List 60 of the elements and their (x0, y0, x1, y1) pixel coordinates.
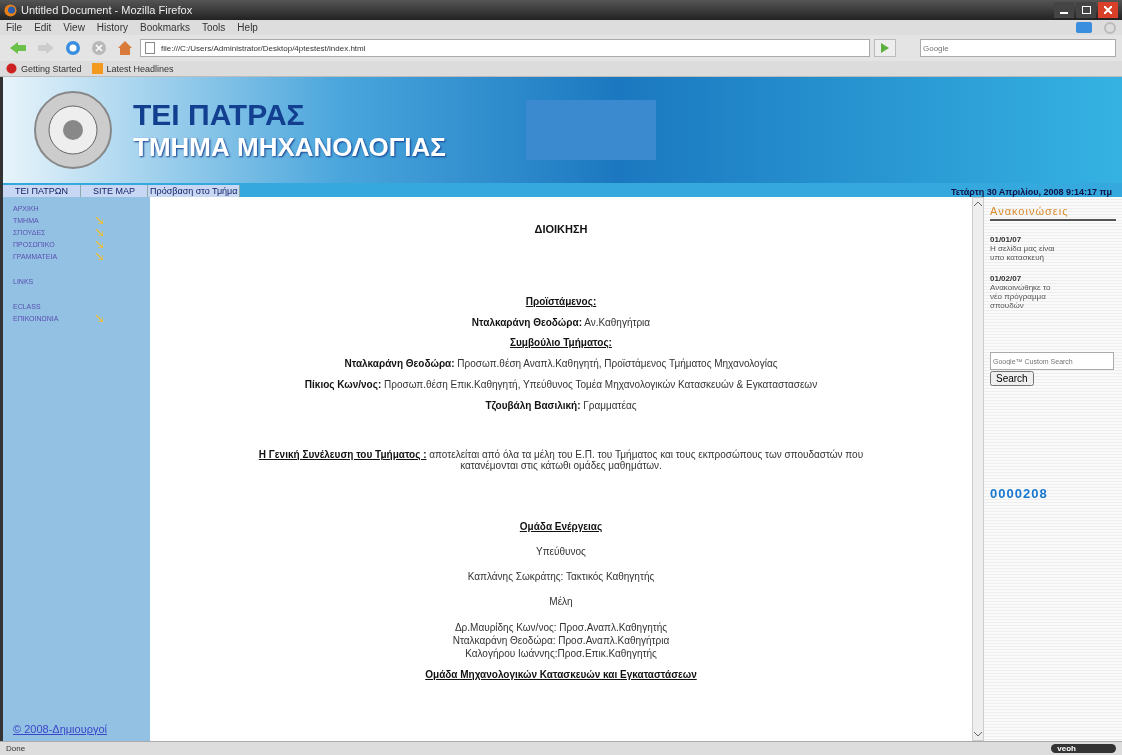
menu-item[interactable]: History (96, 22, 128, 33)
announcement-text: Ανακοινώθηκε το νέο πρόγραμμα σπουδών (990, 283, 1052, 310)
nav-link[interactable]: TEI ΠΑΤΡΩΝ (3, 185, 82, 197)
maximize-icon (1081, 6, 1091, 14)
address-bar[interactable]: file:///C:/Users/Administrator/Desktop/4ptestest/index.html (140, 39, 870, 57)
copyright-link[interactable]: © 2008-Δημιουργοί (13, 723, 150, 735)
member-line: Καλογήρου Ιωάννης:Προσ.Επικ.Καθηγητής (464, 647, 658, 660)
window-title: Untitled Document - Mozilla Firefox (21, 4, 193, 16)
menu-item[interactable]: Help (237, 22, 258, 33)
staff-entry: Τζουβάλη Βασιλική: Γραμματέας (485, 400, 637, 411)
text-line: Υπεύθυνος (536, 546, 586, 557)
scroll-down-icon (974, 731, 982, 737)
menu-item[interactable]: Tools (202, 22, 226, 33)
seal-logo-icon (33, 90, 113, 170)
section-heading: Συμβούλιο Τμήματος: (510, 337, 612, 348)
page-heading: ΔΙΟΙΚΗΣΗ (534, 223, 588, 235)
banner-title: TEI ΠΑΤΡΑΣ (133, 97, 306, 132)
group-heading: Ομάδα Ενέργειας (519, 521, 603, 532)
menu-item[interactable]: File (6, 22, 23, 33)
scroll-up-icon (974, 201, 982, 207)
staff-entry: Νταλκαράνη Θεοδώρα: Αν.Καθηγήτρια (471, 317, 651, 328)
go-button[interactable] (874, 39, 896, 57)
text-line: Καπλάνης Σωκράτης: Τακτικός Καθηγητής (467, 571, 655, 582)
staff-entry: Νταλκαράνη Θεοδώρα: Προσωπ.θέση Αναπλ.Καθηγητή, Προϊστάμενος Τμήματος Μηχανολογίας (344, 358, 778, 369)
nav-link[interactable]: SITE MAP (81, 185, 149, 197)
bookmark-link[interactable]: Latest Headlines (91, 63, 174, 74)
visit-counter: 0000208 (990, 486, 1049, 501)
member-line: Δρ.Μαυρίδης Κων/νος: Προσ.Αναπλ.Καθηγητής (453, 621, 669, 634)
member-line: Νταλκαράνη Θεοδώρα: Προσ.Αναπλ.Καθηγήτρια (452, 634, 670, 647)
menu-item[interactable]: Edit (34, 22, 52, 33)
announcement-text: Η σελίδα μας είναι υπο κατασκευή (990, 244, 1056, 262)
maximize-button[interactable] (1076, 2, 1096, 18)
menu-item[interactable]: View (63, 22, 85, 33)
date-time: Τετάρτη 30 Απριλίου, 2008 9:14:17 πμ (950, 187, 1112, 197)
text-line: Μέλη (549, 596, 573, 607)
staff-entry: Πίκιος Κων/νος: Προσωπ.θέση Επικ.Καθηγητή, Υπεύθυνος Τομέα Μηχανολογικών Κατασκευών & Εγκαταστασεων (304, 379, 818, 390)
assembly-paragraph: Η Γενική Συνέλευση του Τμήματος : αποτελείται από όλα τα μέλη του Ε.Π. του Τμήματος και τους εκπροσώπους των σπουδαστών που κατανέμονται στις κάτωθι ομάδες μαθημάτων. (257, 449, 865, 471)
banner-subtitle: ΤΜΗΜΑ ΜΗΧΑΝΟΛΟΓΙΑΣ (133, 131, 446, 163)
bookmark-link[interactable]: Getting Started (6, 63, 82, 74)
bookmark-icon (6, 63, 17, 74)
player-widget[interactable]: veoh (1051, 744, 1116, 753)
menu-item[interactable]: Bookmarks (140, 22, 190, 33)
page-icon (145, 42, 155, 54)
close-icon (1104, 6, 1112, 14)
announcement-date: 01/01/07 (990, 235, 1023, 244)
announcements-heading: Ανακοινώσεις (990, 205, 1116, 221)
close-button[interactable] (1098, 2, 1118, 18)
status-text: Done (6, 744, 26, 753)
minimize-button[interactable] (1054, 2, 1074, 18)
group-heading: Ομάδα Μηχανολογικών Κατασκευών και Εγκαταστάσεων (425, 669, 697, 680)
search-button[interactable]: Search (990, 371, 1034, 386)
announcement-date: 01/02/07 (990, 274, 1023, 283)
play-icon (880, 43, 890, 53)
nav-link[interactable]: Πρόσβαση στο Τμήμα (148, 185, 241, 197)
scrollbar[interactable] (972, 197, 984, 741)
search-field[interactable]: Google (920, 39, 1116, 57)
rss-feed-icon (91, 63, 103, 74)
firefox-logo-icon (4, 3, 17, 17)
section-heading: Προϊστάμενος: (525, 296, 597, 307)
throbber-icon (1104, 21, 1116, 34)
